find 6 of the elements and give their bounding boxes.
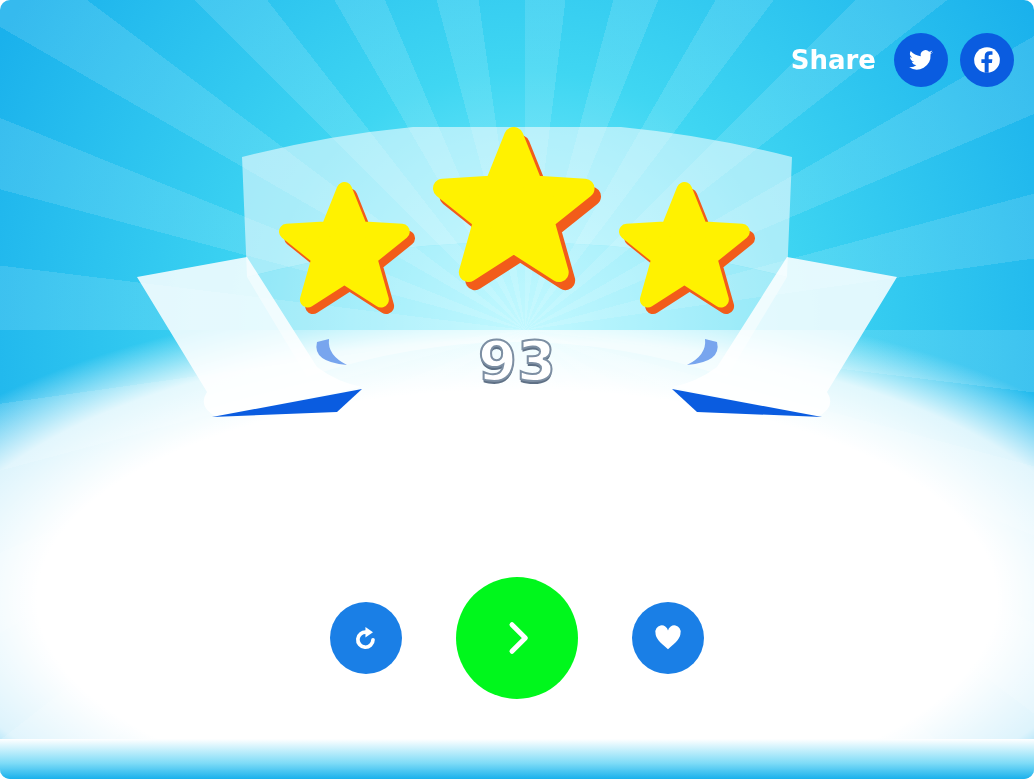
bird-icon bbox=[908, 47, 934, 73]
score-value: 93 bbox=[478, 328, 556, 393]
twitter-button[interactable] bbox=[894, 33, 948, 87]
facebook-button[interactable] bbox=[960, 33, 1014, 87]
facebook-icon bbox=[973, 46, 1001, 74]
share-label: Share bbox=[790, 45, 876, 75]
